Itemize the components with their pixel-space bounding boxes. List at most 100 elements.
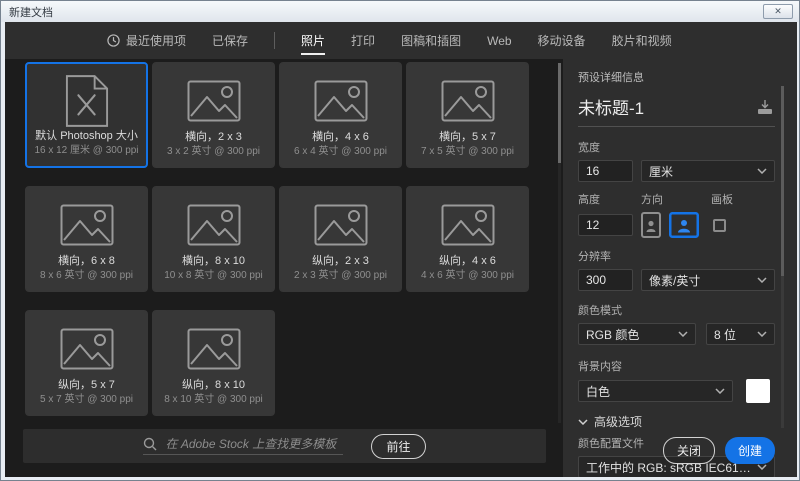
image-placeholder-icon [60, 319, 114, 379]
preset-title: 纵向，4 x 6 [439, 255, 496, 267]
image-placeholder-icon [187, 71, 241, 131]
image-placeholder-icon [187, 195, 241, 255]
bit-depth-select[interactable]: 8 位 [706, 323, 775, 345]
preset-details-panel: 预设详细信息 未标题-1 宽度 厘米 高度 方向 画板 [563, 59, 797, 477]
tab-3[interactable]: 打印 [351, 22, 375, 59]
background-select[interactable]: 白色 [578, 380, 733, 402]
orientation-portrait-button[interactable] [641, 212, 661, 238]
close-icon: ✕ [774, 6, 782, 16]
preset-card[interactable]: 横向，8 x 10 10 x 8 英寸 @ 300 ppi [152, 186, 275, 292]
background-color-swatch[interactable] [746, 379, 770, 403]
panel-scrollbar[interactable] [781, 86, 784, 428]
tab-label: 已保存 [212, 34, 249, 48]
window-close-button[interactable]: ✕ [763, 4, 793, 19]
preset-title: 横向，5 x 7 [439, 131, 496, 143]
preset-subtitle: 16 x 12 厘米 @ 300 ppi [34, 145, 139, 156]
tab-1[interactable]: 已保存 [212, 22, 248, 59]
tab-5[interactable]: Web [487, 22, 511, 59]
image-placeholder-icon [441, 71, 495, 131]
color-mode-label: 颜色模式 [578, 305, 622, 317]
height-label: 高度 [578, 194, 600, 206]
close-button[interactable]: 关闭 [662, 437, 715, 464]
image-placeholder-icon [314, 195, 368, 255]
preset-card[interactable]: 纵向，2 x 3 2 x 3 英寸 @ 300 ppi [279, 186, 402, 292]
preset-card[interactable]: 纵向，4 x 6 4 x 6 英寸 @ 300 ppi [406, 186, 529, 292]
resolution-label: 分辨率 [578, 251, 611, 263]
tab-7[interactable]: 胶片和视频 [612, 22, 672, 59]
window-title: 新建文档 [9, 6, 53, 19]
preset-title: 横向，6 x 8 [58, 255, 115, 267]
orientation-landscape-button[interactable] [669, 212, 699, 238]
preset-subtitle: 2 x 3 英寸 @ 300 ppi [294, 270, 387, 281]
tab-divider [274, 32, 276, 49]
preset-title: 横向，8 x 10 [182, 255, 245, 267]
window-titlebar: 新建文档 [1, 1, 799, 22]
scrollbar-thumb[interactable] [558, 63, 561, 163]
background-label: 背景内容 [578, 361, 622, 373]
scrollbar-thumb[interactable] [781, 86, 784, 276]
chevron-down-icon [578, 418, 588, 425]
panel-header: 预设详细信息 [578, 72, 644, 84]
document-title-input[interactable]: 未标题-1 [578, 94, 644, 119]
tab-4[interactable]: 图稿和插图 [401, 22, 461, 59]
stock-search-box [143, 437, 344, 455]
category-tabbar: 最近使用项 已保存 照片 打印 图稿和插图 Web 移动设备 胶片和视频 [5, 22, 797, 59]
create-button[interactable]: 创建 [724, 437, 775, 464]
tab-label: 打印 [351, 34, 376, 48]
preset-card[interactable]: 横向，6 x 8 8 x 6 英寸 @ 300 ppi [25, 186, 148, 292]
preset-card[interactable]: 默认 Photoshop 大小 16 x 12 厘米 @ 300 ppi [25, 62, 148, 168]
preset-subtitle: 4 x 6 英寸 @ 300 ppi [421, 270, 514, 281]
image-placeholder-icon [441, 195, 495, 255]
chevron-down-icon [757, 277, 767, 283]
psd-document-icon [65, 72, 109, 130]
preset-subtitle: 5 x 7 英寸 @ 300 ppi [40, 394, 133, 405]
advanced-options-toggle[interactable]: 高级选项 [578, 413, 775, 430]
width-unit-select[interactable]: 厘米 [641, 160, 775, 182]
search-icon [143, 437, 157, 451]
image-placeholder-icon [314, 71, 368, 131]
advanced-options-label: 高级选项 [594, 415, 643, 429]
preset-subtitle: 8 x 6 英寸 @ 300 ppi [40, 270, 133, 281]
save-preset-icon[interactable] [755, 99, 775, 115]
preset-card[interactable]: 纵向，8 x 10 8 x 10 英寸 @ 300 ppi [152, 310, 275, 416]
preset-subtitle: 7 x 5 英寸 @ 300 ppi [421, 146, 514, 157]
width-label: 宽度 [578, 142, 600, 154]
preset-card[interactable]: 横向，4 x 6 6 x 4 英寸 @ 300 ppi [279, 62, 402, 168]
tab-2[interactable]: 照片 [301, 22, 326, 59]
preset-title: 纵向，8 x 10 [182, 379, 245, 391]
tab-label: 胶片和视频 [611, 34, 672, 48]
category-tablist: 最近使用项 已保存 照片 打印 图稿和插图 Web 移动设备 胶片和视频 [5, 22, 672, 59]
resolution-unit-value: 像素/英寸 [649, 273, 701, 288]
tab-0[interactable]: 最近使用项 [107, 22, 186, 59]
orientation-label: 方向 [641, 194, 663, 206]
color-mode-value: RGB 颜色 [586, 327, 640, 342]
go-button[interactable]: 前往 [371, 433, 426, 459]
chevron-down-icon [715, 388, 725, 394]
clock-icon [107, 34, 120, 47]
chevron-down-icon [757, 168, 767, 174]
preset-title: 默认 Photoshop 大小 [35, 130, 138, 142]
resolution-input[interactable] [578, 269, 633, 291]
height-input[interactable] [578, 214, 633, 236]
tab-label: 图稿和插图 [401, 34, 462, 48]
color-mode-select[interactable]: RGB 颜色 [578, 323, 696, 345]
background-value: 白色 [586, 384, 611, 399]
tab-6[interactable]: 移动设备 [538, 22, 586, 59]
preset-card[interactable]: 横向，2 x 3 3 x 2 英寸 @ 300 ppi [152, 62, 275, 168]
preset-card[interactable]: 纵向，5 x 7 5 x 7 英寸 @ 300 ppi [25, 310, 148, 416]
preset-grid-scrollbar[interactable] [558, 63, 561, 423]
tab-label: 移动设备 [537, 34, 586, 48]
dialog-content: 最近使用项 已保存 照片 打印 图稿和插图 Web 移动设备 胶片和视频 默认 Photosh… [5, 22, 797, 477]
image-placeholder-icon [187, 319, 241, 379]
preset-subtitle: 3 x 2 英寸 @ 300 ppi [167, 146, 260, 157]
width-unit-value: 厘米 [649, 164, 674, 179]
width-input[interactable] [578, 160, 633, 182]
stock-search-input[interactable] [165, 437, 344, 451]
preset-title: 横向，4 x 6 [312, 131, 369, 143]
tab-label: Web [487, 33, 512, 48]
artboard-label: 画板 [711, 194, 733, 206]
artboard-checkbox[interactable] [713, 218, 726, 232]
new-document-dialog: 新建文档 ✕ 最近使用项 已保存 照片 打印 图稿和插图 Web 移动设备 胶片和视频 默认 … [0, 0, 800, 481]
preset-card[interactable]: 横向，5 x 7 7 x 5 英寸 @ 300 ppi [406, 62, 529, 168]
resolution-unit-select[interactable]: 像素/英寸 [641, 269, 775, 291]
